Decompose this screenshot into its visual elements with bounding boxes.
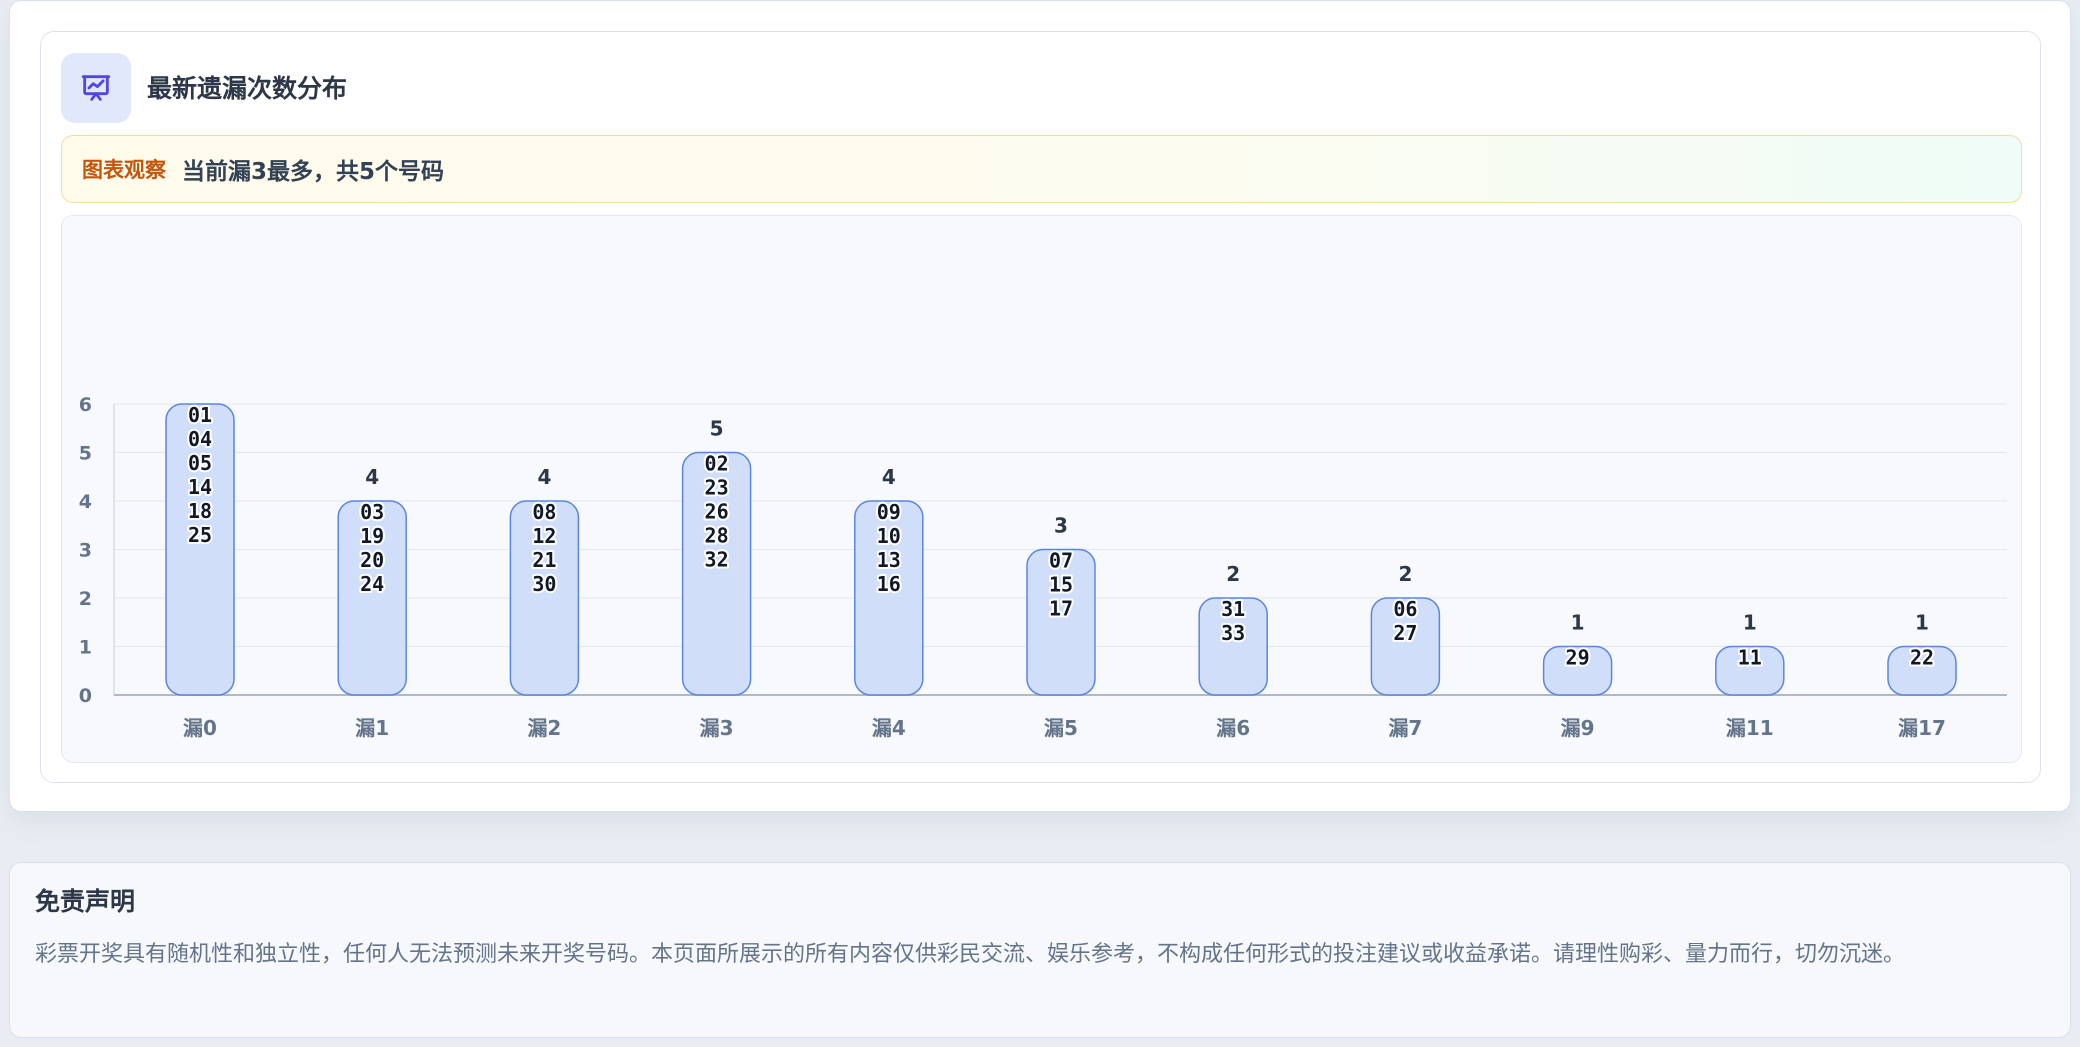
distribution-card: 最新遗漏次数分布 图表观察 当前漏3最多，共5个号码 0123456 01 04 0… [9, 0, 2071, 812]
bar-value-label: 4 [537, 465, 551, 489]
insight-text: 当前漏3最多，共5个号码 [182, 159, 445, 185]
y-tick-label: 5 [79, 443, 92, 465]
bar-number-label: 21 [532, 548, 556, 572]
bar-value-label: 1 [1743, 611, 1757, 635]
bar-number-label: 24 [360, 572, 384, 596]
bar-number-label: 16 [877, 572, 901, 596]
y-tick-label: 4 [79, 491, 92, 513]
chart-panel: 0123456 01 04 05 14 18 25 漏0 4 03 19 20 24 漏1 4 08 12 21… [61, 215, 2022, 763]
chart-card-title: 最新遗漏次数分布 [147, 74, 348, 103]
x-tick-label: 漏11 [1726, 716, 1774, 740]
bar-number-label: 08 [532, 500, 556, 524]
disclaimer-title: 免责声明 [35, 887, 136, 916]
x-tick-label: 漏7 [1388, 716, 1422, 740]
y-tick-label: 1 [79, 637, 92, 659]
bar-number-label: 06 [1393, 597, 1417, 621]
bar-value-label: 2 [1226, 562, 1240, 586]
bar-number-label: 25 [188, 523, 212, 547]
x-tick-label: 漏1 [355, 716, 389, 740]
bar-number-label: 02 [705, 452, 729, 476]
bar-value-label: 2 [1398, 562, 1412, 586]
x-tick-label: 漏2 [527, 716, 561, 740]
bar-number-label: 10 [877, 524, 901, 548]
bar-value-label: 4 [882, 465, 896, 489]
x-tick-label: 漏3 [700, 716, 734, 740]
bar-number-label: 18 [188, 499, 212, 523]
bar-value-label: 4 [365, 465, 379, 489]
y-tick-label: 3 [79, 540, 92, 562]
bar-number-label: 14 [188, 475, 212, 499]
disclaimer-text: 彩票开奖具有随机性和独立性，任何人无法预测未来开奖号码。本页面所展示的所有内容仅… [35, 942, 1906, 967]
bar-value-label: 5 [710, 417, 724, 441]
bar-value-label: 1 [1571, 611, 1585, 635]
bar-number-label: 12 [532, 524, 556, 548]
bar-number-label: 01 [188, 403, 212, 427]
bar-number-label: 05 [188, 451, 212, 475]
bar-number-label: 30 [532, 572, 556, 596]
x-tick-label: 漏4 [872, 716, 906, 740]
bar-value-label: 1 [1915, 611, 1929, 635]
bar-number-label: 19 [360, 524, 384, 548]
bar-number-label: 22 [1910, 646, 1934, 670]
omission-distribution-chart: 0123456 010405141825漏0403192024漏14081221… [79, 394, 2007, 740]
bar-number-label: 32 [705, 548, 729, 572]
bar-number-label: 17 [1049, 597, 1073, 621]
y-tick-label: 6 [79, 394, 92, 416]
bar-number-label: 04 [188, 427, 212, 451]
bar-number-label: 13 [877, 548, 901, 572]
bar-number-label: 03 [360, 500, 384, 524]
y-tick-label: 0 [79, 685, 92, 707]
bar-number-label: 15 [1049, 573, 1073, 597]
bar-number-label: 27 [1393, 621, 1417, 645]
x-tick-label: 漏5 [1044, 716, 1078, 740]
bar-number-label: 23 [705, 476, 729, 500]
x-tick-label: 漏0 [183, 716, 217, 740]
bar-number-label: 09 [877, 500, 901, 524]
chart-card: 最新遗漏次数分布 图表观察 当前漏3最多，共5个号码 0123456 01 04 0… [40, 31, 2041, 783]
bar-number-label: 26 [705, 500, 729, 524]
bar-number-label: 31 [1221, 597, 1245, 621]
bar-number-label: 07 [1049, 549, 1073, 573]
bar-number-label: 33 [1221, 621, 1245, 645]
bar-number-label: 28 [705, 524, 729, 548]
y-tick-label: 2 [79, 588, 92, 610]
disclaimer-section: 免责声明 彩票开奖具有随机性和独立性，任何人无法预测未来开奖号码。本页面所展示的… [9, 862, 2071, 1038]
x-tick-label: 漏6 [1216, 716, 1250, 740]
chart-insight-banner: 图表观察 当前漏3最多，共5个号码 [61, 135, 2022, 203]
bar-number-label: 29 [1566, 646, 1590, 670]
x-tick-label: 漏17 [1898, 716, 1946, 740]
bar-value-label: 3 [1054, 514, 1068, 538]
insight-tag: 图表观察 [82, 158, 166, 182]
presentation-chart-icon [61, 53, 131, 123]
x-tick-label: 漏9 [1561, 716, 1595, 740]
bar-number-label: 11 [1738, 646, 1762, 670]
bar-number-label: 20 [360, 548, 384, 572]
